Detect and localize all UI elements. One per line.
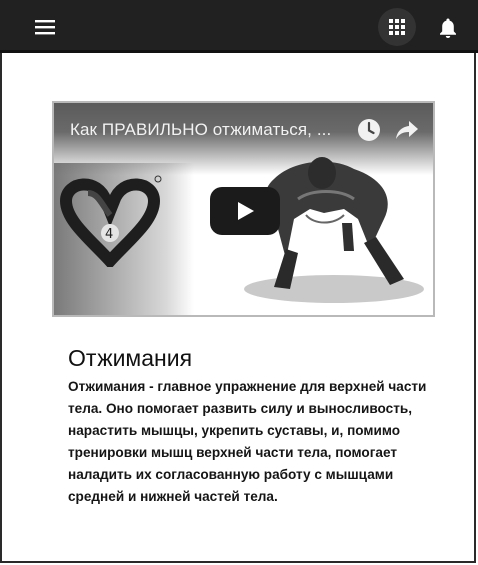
play-button[interactable] bbox=[210, 187, 280, 235]
video-title[interactable]: Как ПРАВИЛЬНО отжиматься, ... bbox=[70, 120, 350, 140]
notifications-button[interactable] bbox=[432, 12, 464, 44]
video-player[interactable]: 4 Как ПРАВИЛЬНО отжиматься, ... bbox=[52, 101, 435, 317]
channel-logo: 4 bbox=[59, 175, 162, 267]
menu-icon bbox=[35, 20, 55, 35]
clock-icon bbox=[358, 119, 380, 141]
watch-later-button[interactable] bbox=[356, 117, 382, 143]
apps-grid-icon bbox=[389, 19, 405, 35]
share-arrow-icon bbox=[396, 121, 418, 139]
bell-icon bbox=[440, 18, 456, 38]
top-app-bar bbox=[0, 0, 478, 53]
play-icon bbox=[238, 202, 254, 220]
card-description: Отжимания - главное упражнение для верхн… bbox=[68, 379, 427, 504]
card-title: Отжимания bbox=[68, 345, 193, 371]
apps-button[interactable] bbox=[378, 8, 416, 46]
share-button[interactable] bbox=[394, 118, 420, 142]
menu-button[interactable] bbox=[30, 14, 60, 40]
logo-badge-text: 4 bbox=[105, 227, 113, 242]
